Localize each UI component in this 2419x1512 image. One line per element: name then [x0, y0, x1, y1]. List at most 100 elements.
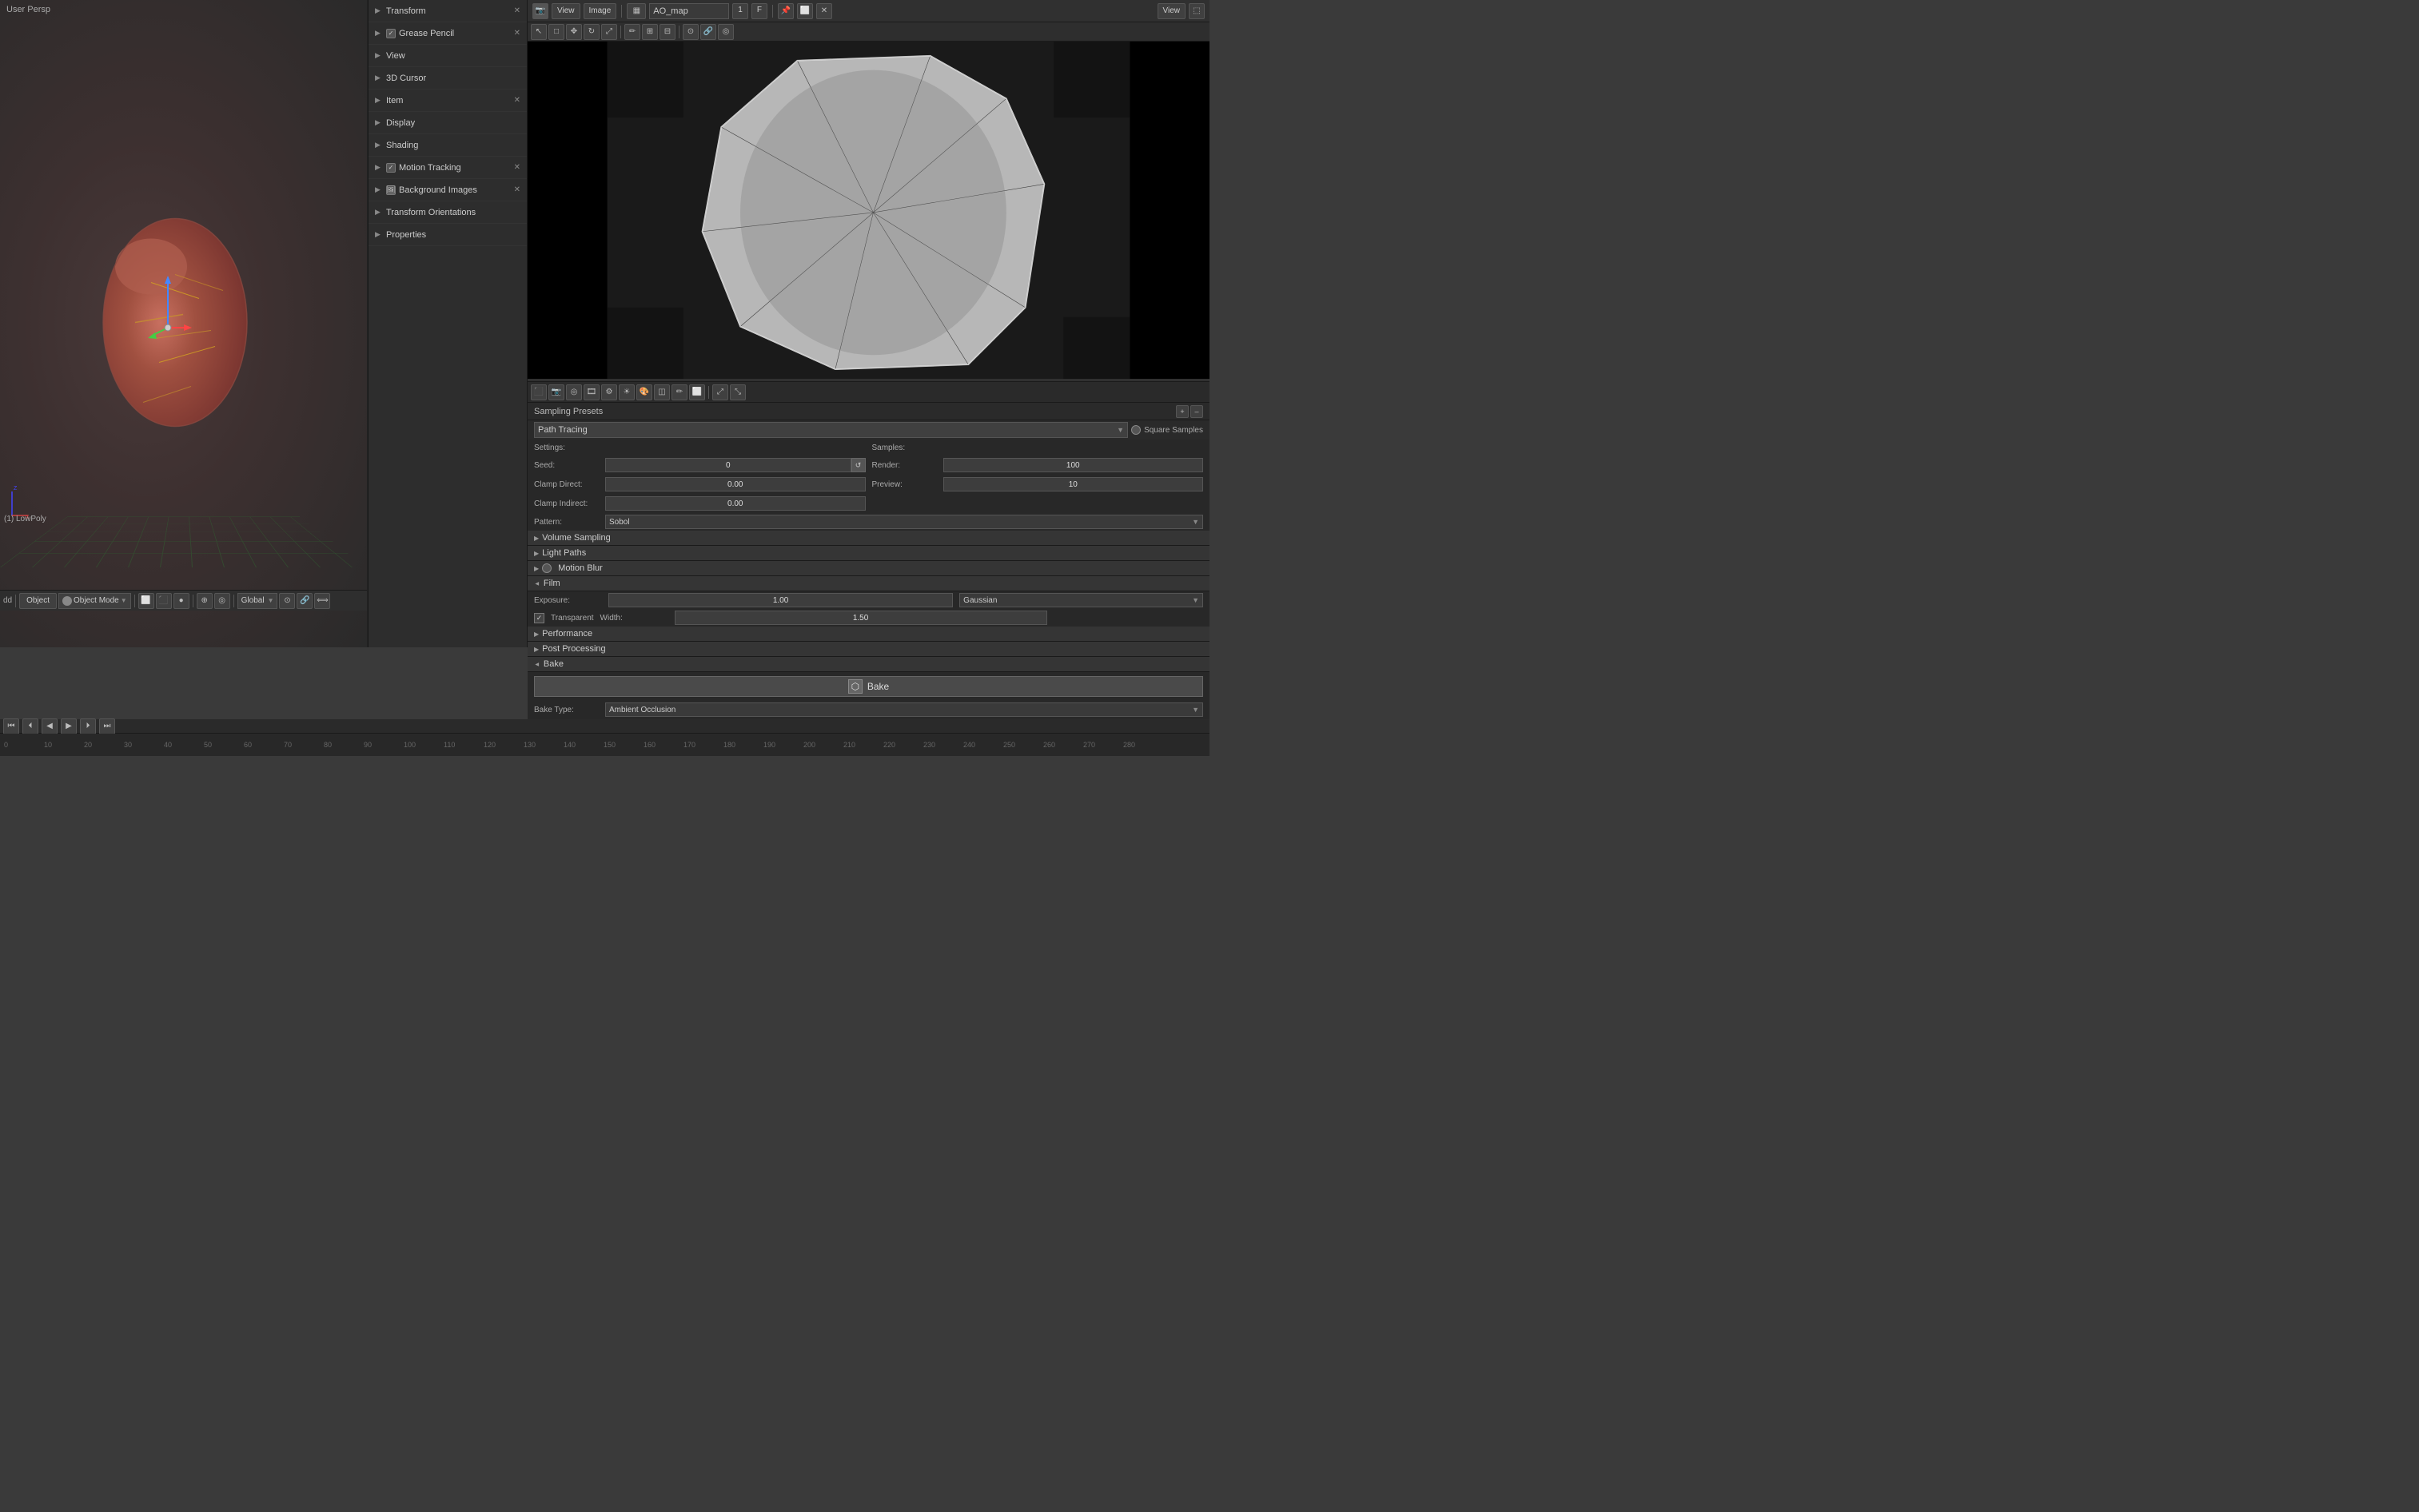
- wireframe-btn[interactable]: ⬜: [138, 593, 154, 609]
- transparent-checkbox[interactable]: [534, 613, 544, 623]
- checkbox-bg[interactable]: 🖼: [386, 185, 396, 195]
- uv-prop-icon[interactable]: ◎: [718, 24, 734, 40]
- pattern-select[interactable]: Sobol ▼: [605, 515, 1203, 529]
- film-header[interactable]: ▼ Film: [528, 576, 1210, 591]
- clamp-direct-input[interactable]: 0.00: [605, 477, 866, 491]
- mode-dropdown[interactable]: Object Mode ▼: [58, 593, 131, 609]
- mirror-btn[interactable]: ⟺: [314, 593, 330, 609]
- timeline-play-fwd[interactable]: ▶: [61, 718, 77, 734]
- sidebar-item-orientations[interactable]: ▶ Transform Orientations: [369, 201, 527, 224]
- timeline-step-fwd[interactable]: ⏵: [80, 718, 96, 734]
- image-name-field[interactable]: AO_map: [649, 3, 729, 19]
- uv-canvas[interactable]: [528, 42, 1210, 379]
- collapse-icon[interactable]: ⤡: [730, 384, 746, 400]
- performance-header[interactable]: ▶ Performance: [528, 627, 1210, 642]
- rendered-btn[interactable]: ●: [173, 593, 189, 609]
- bake-icon[interactable]: ◫: [654, 384, 670, 400]
- sidebar-item-view[interactable]: ▶ View: [369, 45, 527, 67]
- light-icon[interactable]: ☀: [619, 384, 635, 400]
- clamp-indirect-input[interactable]: 0.00: [605, 496, 866, 511]
- uv-tool2-icon[interactable]: ⊟: [660, 24, 675, 40]
- uv-select-box-icon[interactable]: □: [548, 24, 564, 40]
- object-menu[interactable]: Object: [19, 593, 57, 609]
- render-icon2[interactable]: ⬛: [531, 384, 547, 400]
- camera-icon[interactable]: 📷: [548, 384, 564, 400]
- filter-type-select[interactable]: Gaussian ▼: [959, 593, 1203, 607]
- zoom-level[interactable]: 1: [732, 3, 748, 19]
- color-mgt-icon[interactable]: ⬜: [689, 384, 705, 400]
- expand-icon[interactable]: ⤢: [712, 384, 728, 400]
- close-motion[interactable]: ✕: [514, 163, 520, 172]
- volume-sampling-header[interactable]: ▶ Volume Sampling: [528, 531, 1210, 546]
- sidebar-item-motion-tracking[interactable]: ▶ ✓ Motion Tracking ✕: [369, 157, 527, 179]
- sidebar-item-bg-images[interactable]: ▶ 🖼 Background Images ✕: [369, 179, 527, 201]
- color-icon[interactable]: 🎨: [636, 384, 652, 400]
- orientation-dropdown[interactable]: Global ▼: [237, 593, 278, 609]
- viewport-3d[interactable]: User Persp: [0, 0, 368, 647]
- sampling-expand-icon[interactable]: +: [1176, 405, 1189, 418]
- uv-select-icon[interactable]: ⬜: [797, 3, 813, 19]
- sidebar-item-item[interactable]: ▶ Item ✕: [369, 90, 527, 112]
- checkbox-motion[interactable]: ✓: [386, 163, 396, 173]
- preview-input[interactable]: 10: [943, 477, 1204, 491]
- sidebar-item-shading[interactable]: ▶ Shading: [369, 134, 527, 157]
- uv-scale-icon[interactable]: ⤢: [601, 24, 617, 40]
- checkbox-grease[interactable]: ✓: [386, 29, 396, 38]
- uv-pivot-icon[interactable]: ⊙: [683, 24, 699, 40]
- view-btn[interactable]: View: [552, 3, 580, 19]
- view-mode-btn[interactable]: View: [1158, 3, 1186, 19]
- uv-editor[interactable]: 📷 View Image ▦ AO_map 1 F 📌 ⬜ ✕: [528, 0, 1210, 360]
- snap-btn[interactable]: ⊕: [197, 593, 213, 609]
- close-transform[interactable]: ✕: [514, 6, 520, 15]
- uv-close-icon[interactable]: ✕: [816, 3, 832, 19]
- image-type-icon[interactable]: ▦: [627, 3, 646, 19]
- close-grease[interactable]: ✕: [514, 29, 520, 38]
- viewport-canvas[interactable]: User Persp: [0, 0, 367, 647]
- bake-button[interactable]: ⬡ Bake: [534, 676, 1203, 697]
- pivot-btn[interactable]: ⊙: [279, 593, 295, 609]
- film-icon[interactable]: 🎞: [584, 384, 600, 400]
- path-tracing-header[interactable]: Path Tracing ▼ Square Samples: [528, 420, 1210, 440]
- sidebar-item-display[interactable]: ▶ Display: [369, 112, 527, 134]
- uv-annotate-icon[interactable]: ✏: [624, 24, 640, 40]
- path-tracing-select[interactable]: Path Tracing ▼: [534, 422, 1128, 438]
- seed-random-btn[interactable]: ↺: [851, 458, 866, 472]
- sidebar-item-transform[interactable]: ▶ Transform ✕: [369, 0, 527, 22]
- freestyle-icon[interactable]: ✏: [672, 384, 687, 400]
- exposure-input[interactable]: 1.00: [608, 593, 953, 607]
- motion-blur-header[interactable]: ▶ Motion Blur: [528, 561, 1210, 576]
- post-processing-header[interactable]: ▶ Post Processing: [528, 642, 1210, 657]
- lens-icon[interactable]: ◎: [566, 384, 582, 400]
- timeline-ruler[interactable]: 0 10 20 30 40 50 60 70 80 90 100 110 120…: [0, 734, 1210, 756]
- image-btn[interactable]: Image: [584, 3, 617, 19]
- sampling-collapse-icon[interactable]: –: [1190, 405, 1203, 418]
- timeline-play-start[interactable]: ⏮: [3, 718, 19, 734]
- close-bg[interactable]: ✕: [514, 185, 520, 194]
- uv-snap-icon[interactable]: 🔗: [700, 24, 716, 40]
- uv-cursor-icon[interactable]: ↖: [531, 24, 547, 40]
- uv-rotate-icon[interactable]: ↻: [584, 24, 600, 40]
- timeline-step-back[interactable]: ⏴: [22, 718, 38, 734]
- render-icon-btn[interactable]: 📷: [532, 3, 548, 19]
- timeline-play-end[interactable]: ⏭: [99, 718, 115, 734]
- uv-move-icon[interactable]: ✥: [566, 24, 582, 40]
- close-item[interactable]: ✕: [514, 96, 520, 105]
- width-input[interactable]: 1.50: [675, 611, 1047, 625]
- bake-type-select[interactable]: Ambient Occlusion ▼: [605, 702, 1203, 717]
- add-label[interactable]: dd: [3, 596, 12, 605]
- square-samples-toggle[interactable]: [1131, 425, 1141, 435]
- solid-btn[interactable]: ⬛: [156, 593, 172, 609]
- gear-icon2[interactable]: ⚙: [601, 384, 617, 400]
- uv-expand-icon[interactable]: ⬚: [1189, 3, 1205, 19]
- snap-toggle[interactable]: 🔗: [297, 593, 313, 609]
- light-paths-header[interactable]: ▶ Light Paths: [528, 546, 1210, 561]
- seed-input[interactable]: 0: [605, 458, 851, 472]
- timeline-play-back[interactable]: ◀: [42, 718, 58, 734]
- sidebar-item-3dcursor[interactable]: ▶ 3D Cursor: [369, 67, 527, 90]
- render-input[interactable]: 100: [943, 458, 1204, 472]
- uv-pin-icon[interactable]: 📌: [778, 3, 794, 19]
- sidebar-item-grease-pencil[interactable]: ▶ ✓ Grease Pencil ✕: [369, 22, 527, 45]
- uv-tool1-icon[interactable]: ⊞: [642, 24, 658, 40]
- transform-gizmo[interactable]: [144, 272, 184, 336]
- filter-btn[interactable]: F: [751, 3, 767, 19]
